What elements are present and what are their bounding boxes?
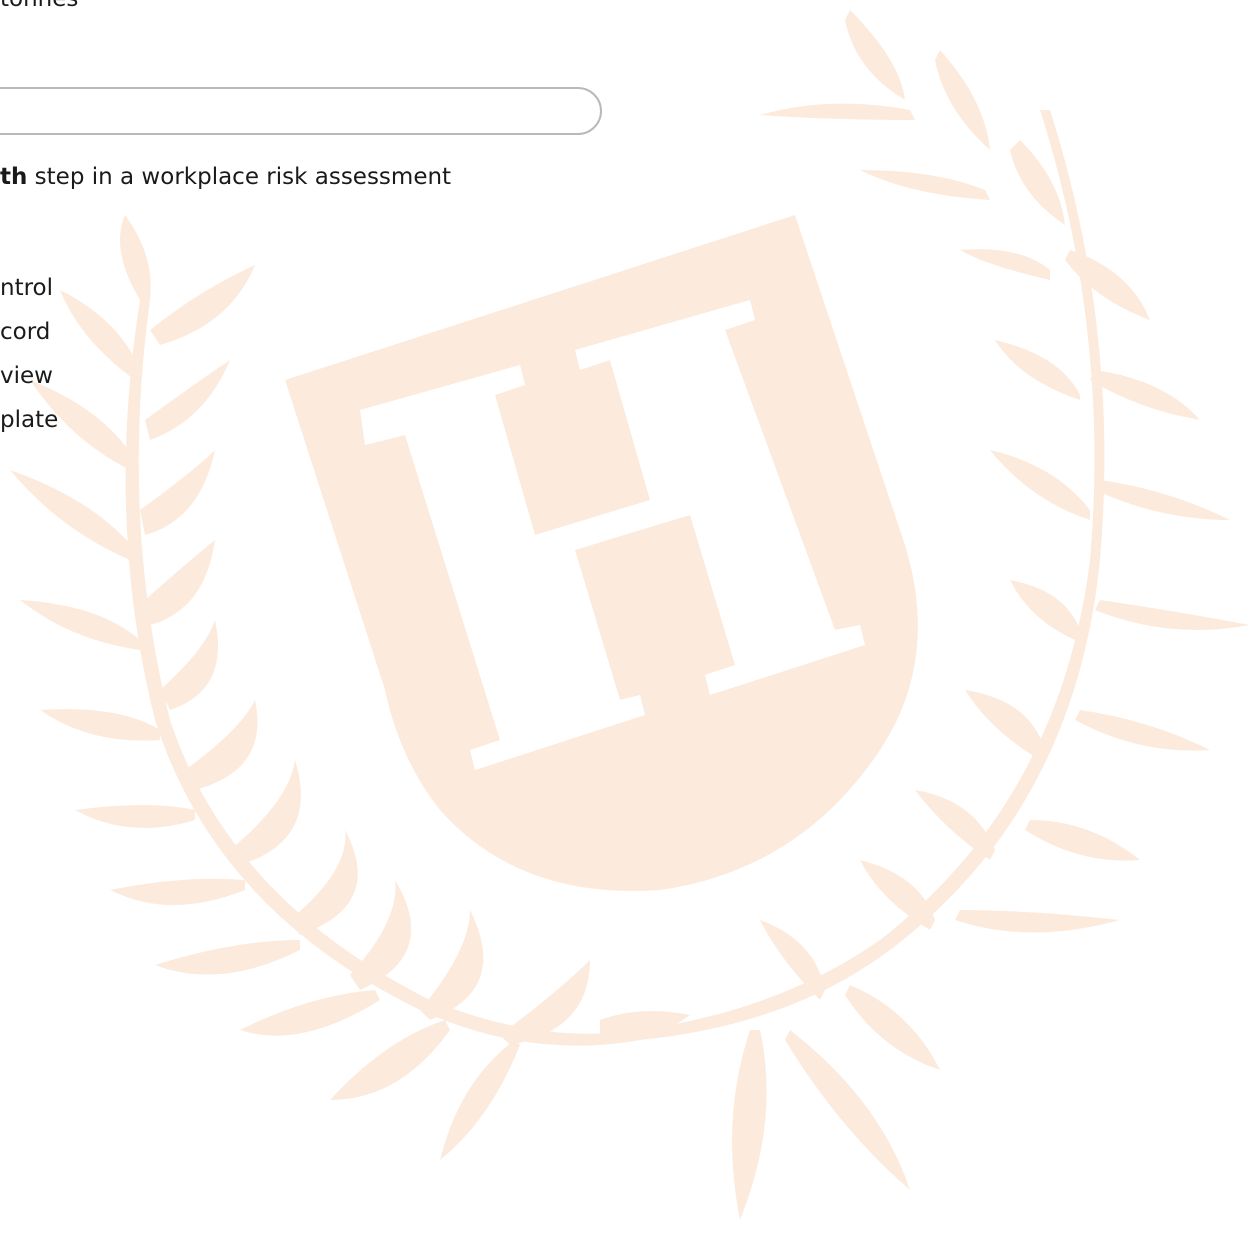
option-label: ntrol — [0, 275, 54, 301]
question-page: tonnes th step in a workplace risk asses… — [0, 0, 1259, 1233]
option-item[interactable]: plate — [0, 409, 58, 432]
question-rest-text: step in a workplace risk assessment — [27, 164, 452, 190]
question-text: th step in a workplace risk assessment — [0, 166, 451, 189]
option-label: view — [0, 363, 53, 389]
question-bold-text: th — [0, 164, 28, 190]
option-label: cord — [0, 319, 51, 345]
previous-question-fragment: tonnes — [0, 0, 78, 11]
answer-input-box[interactable] — [0, 87, 602, 135]
option-item[interactable]: cord — [0, 321, 50, 344]
option-label: plate — [0, 407, 59, 433]
previous-question-text: tonnes — [0, 0, 78, 12]
option-item[interactable]: view — [0, 365, 53, 388]
option-item[interactable]: ntrol — [0, 277, 53, 300]
